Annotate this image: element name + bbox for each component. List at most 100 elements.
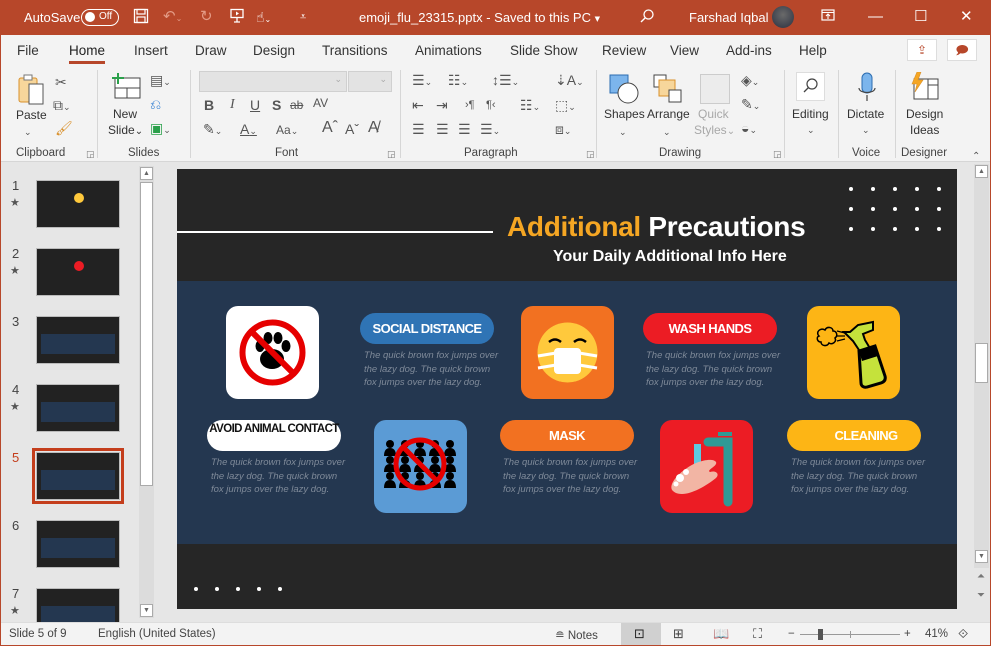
font-launcher-icon[interactable]: ◲: [387, 149, 396, 160]
arrange-icon[interactable]: [653, 74, 683, 104]
reading-view-icon[interactable]: 📖: [713, 626, 729, 642]
tab-view[interactable]: View: [670, 43, 699, 58]
quick-styles-button[interactable]: Styles⌄: [694, 123, 735, 137]
tab-insert[interactable]: Insert: [134, 43, 168, 58]
editing-icon[interactable]: [796, 72, 825, 101]
redo-icon[interactable]: ↻: [200, 8, 213, 26]
italic-button[interactable]: I: [230, 97, 235, 113]
tab-home[interactable]: Home: [69, 43, 106, 64]
clipboard-launcher-icon[interactable]: ◲: [86, 149, 95, 160]
avoid-animal-contact-description[interactable]: The quick brown fox jumps over the lazy …: [211, 456, 351, 497]
chevron-down-icon[interactable]: ⌄: [807, 122, 815, 138]
collapse-ribbon-icon[interactable]: ⌃: [972, 149, 980, 165]
avoid-animal-contact-label[interactable]: AVOID ANIMAL CONTACT: [207, 420, 341, 451]
present-icon[interactable]: [229, 8, 245, 29]
previous-slide-icon[interactable]: ⏶: [977, 571, 985, 582]
slide-thumbnail[interactable]: [36, 180, 120, 228]
microphone-icon[interactable]: [856, 72, 878, 104]
section-icon[interactable]: ▣⌄: [150, 120, 171, 138]
tab-help[interactable]: Help: [799, 43, 827, 58]
underline-button[interactable]: U: [250, 97, 260, 113]
cut-icon[interactable]: ✂: [55, 74, 67, 90]
text-direction-icon[interactable]: ⇣A⌄: [555, 72, 584, 90]
no-animals-icon[interactable]: [226, 306, 319, 399]
notes-button[interactable]: ≘ Notes: [555, 628, 598, 642]
arrange-button[interactable]: Arrange: [647, 107, 690, 121]
font-size-dropdown[interactable]: ⌄: [348, 71, 392, 92]
columns-icon[interactable]: ☷⌄: [520, 97, 540, 115]
no-crowds-icon[interactable]: [374, 420, 467, 513]
format-painter-icon[interactable]: 🖌: [55, 120, 73, 136]
new-slide-icon[interactable]: [110, 72, 142, 102]
next-slide-icon[interactable]: ⏷: [977, 590, 985, 601]
customize-qat-icon[interactable]: ⩡: [300, 8, 306, 26]
autosave-toggle[interactable]: Off: [81, 9, 119, 26]
shadow-button[interactable]: S: [272, 97, 281, 113]
paste-button[interactable]: Paste: [16, 108, 47, 122]
paste-icon[interactable]: [17, 72, 47, 108]
line-spacing-icon[interactable]: ↕☰⌄: [492, 72, 519, 90]
strikethrough-button[interactable]: ab: [290, 97, 303, 113]
zoom-in-button[interactable]: +: [904, 628, 911, 640]
slide-scrollbar[interactable]: ▲ ▼: [974, 164, 989, 568]
ltr-icon[interactable]: ›¶: [465, 97, 475, 113]
quick-styles-icon[interactable]: [700, 74, 730, 104]
copy-icon[interactable]: ⧉⌄: [53, 97, 71, 115]
numbering-icon[interactable]: ☷⌄: [448, 72, 468, 90]
zoom-out-button[interactable]: −: [788, 628, 795, 640]
save-icon[interactable]: [133, 8, 149, 29]
scroll-down-button[interactable]: ▼: [140, 604, 153, 617]
chevron-down-icon[interactable]: ⌄: [663, 124, 671, 140]
language-indicator[interactable]: English (United States): [98, 628, 216, 640]
slideshow-icon[interactable]: ⛶: [753, 626, 762, 642]
tab-slide-show[interactable]: Slide Show: [510, 43, 578, 58]
align-right-icon[interactable]: ☰: [458, 121, 471, 137]
social-distance-description[interactable]: The quick brown fox jumps over the lazy …: [364, 349, 504, 390]
slide-sorter-icon[interactable]: ⊞: [673, 626, 684, 642]
quick-styles-label[interactable]: Quick: [698, 107, 729, 121]
slide-thumbnail[interactable]: [36, 248, 120, 296]
slide-thumbnail[interactable]: [36, 316, 120, 364]
center-icon[interactable]: ☰: [436, 121, 449, 137]
smartart-icon[interactable]: ⧈⌄: [555, 121, 571, 139]
layout-icon[interactable]: ▤⌄: [150, 72, 171, 90]
touch-mode-icon[interactable]: ☝⌄: [256, 8, 271, 29]
align-text-icon[interactable]: ⬚⌄: [555, 97, 576, 115]
scrollbar-thumb[interactable]: [975, 343, 988, 383]
justify-icon[interactable]: ☰⌄: [480, 121, 500, 139]
tab-file[interactable]: File: [17, 43, 39, 58]
wash-hands-label[interactable]: WASH HANDS: [643, 313, 777, 344]
comments-button[interactable]: 🗩: [947, 39, 977, 61]
undo-icon[interactable]: ↶⌄: [163, 8, 182, 28]
font-name-dropdown[interactable]: ⌄: [199, 71, 347, 92]
tab-draw[interactable]: Draw: [195, 43, 227, 58]
decrease-font-icon[interactable]: Aˇ: [345, 121, 359, 137]
shape-fill-icon[interactable]: ◈⌄: [741, 72, 759, 90]
change-case-icon[interactable]: Aa⌄: [276, 122, 298, 139]
zoom-slider-thumb[interactable]: [818, 629, 823, 640]
highlight-icon[interactable]: ✎⌄: [203, 121, 222, 139]
slide-thumbnail[interactable]: [36, 520, 120, 568]
rtl-icon[interactable]: ¶‹: [486, 97, 496, 113]
tab-design[interactable]: Design: [253, 43, 295, 58]
chevron-down-icon[interactable]: ⌄: [862, 122, 870, 138]
cleaning-label[interactable]: CLEANING: [787, 420, 921, 451]
chevron-down-icon[interactable]: ⌄: [24, 124, 32, 140]
mask-emoji-icon[interactable]: [521, 306, 614, 399]
editing-button[interactable]: Editing: [792, 107, 829, 121]
avatar[interactable]: [772, 6, 794, 28]
slide-subtitle[interactable]: Your Daily Additional Info Here: [553, 248, 787, 266]
font-color-icon[interactable]: A⌄: [240, 121, 257, 139]
cleaning-description[interactable]: The quick brown fox jumps over the lazy …: [791, 456, 931, 497]
shape-effects-icon[interactable]: ◒⌄: [741, 120, 757, 138]
decrease-indent-icon[interactable]: ⇤: [412, 97, 424, 113]
share-button[interactable]: ⇪: [907, 39, 937, 61]
design-ideas-icon[interactable]: [908, 71, 940, 102]
slide-thumbnail[interactable]: [32, 448, 124, 504]
shapes-icon[interactable]: [609, 74, 639, 104]
new-slide-label[interactable]: New: [113, 107, 137, 121]
slide-title[interactable]: Additional Precautions: [507, 211, 806, 243]
drawing-launcher-icon[interactable]: ◲: [773, 149, 782, 160]
design-ideas-button[interactable]: Ideas: [910, 123, 939, 137]
character-spacing-button[interactable]: AV: [313, 95, 328, 111]
